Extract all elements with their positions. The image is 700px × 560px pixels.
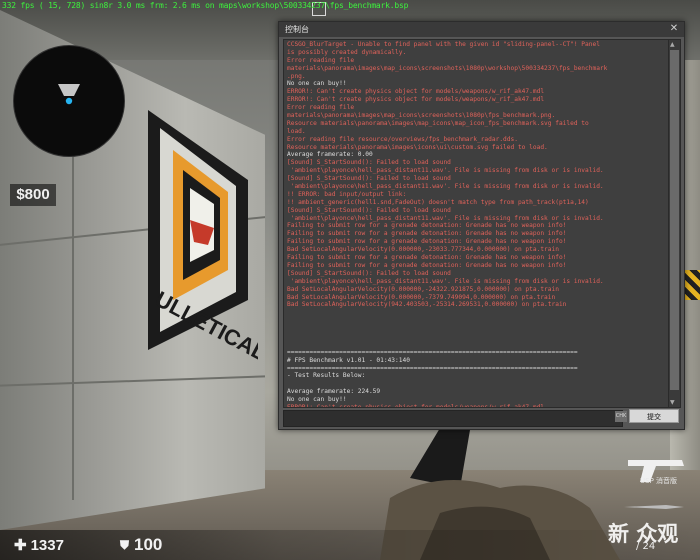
console-line: Error reading file	[287, 56, 355, 64]
knife-icon	[624, 505, 684, 509]
console-line: materials\panorama\images\map_icons\scre…	[287, 64, 608, 72]
console-line: ERROR!: Can't create physics object for …	[287, 88, 545, 96]
console-line: # FPS Benchmark v1.01 - 01:43:140	[287, 356, 410, 364]
console-line: ========================================…	[287, 364, 578, 372]
console-line: Bad SetLocalAngularVelocity(0.000000,-24…	[287, 285, 559, 293]
console-line: - Test Results Below:	[287, 372, 366, 380]
money-display: $800	[10, 184, 56, 206]
console-line: No one can buy!!	[287, 396, 347, 404]
console-titlebar[interactable]: 控制台 ✕	[279, 22, 684, 37]
console-line: Bad SetLocalAngularVelocity(0.000000,-23…	[287, 246, 559, 254]
console-line: CCSGO_BlurTarget - Unable to find panel …	[287, 41, 600, 48]
console-line: [Sound] S_StartSound(): Failed to load s…	[287, 159, 451, 167]
scrollbar-thumb[interactable]	[670, 50, 679, 390]
console-line: Average framerate: 224.59	[287, 388, 381, 396]
console-line: Bad SetLocalAngularVelocity(942.403503,-…	[287, 301, 567, 309]
health-display: ✚ 1337	[14, 536, 64, 555]
console-line: No one can buy!!	[287, 80, 347, 88]
console-line: [Sound] S_StartSound(): Failed to load s…	[287, 206, 451, 214]
console-line: Error reading file resource/overviews/fp…	[287, 135, 518, 143]
console-line: Failing to submit row for a grenade deto…	[287, 254, 567, 262]
armor-value: 100	[134, 535, 163, 554]
bottom-hud-bar	[0, 530, 700, 560]
console-log-lines: CCSGO_BlurTarget - Unable to find panel …	[287, 41, 667, 408]
armor-display: ⛊ 100	[120, 535, 162, 555]
console-line: Failing to submit row for a grenade deto…	[287, 261, 567, 269]
console-line: .png.	[287, 72, 306, 80]
console-line: 'ambient\playonce\hell_pass_distant11.wa…	[287, 167, 604, 175]
console-line: ========================================…	[287, 348, 578, 356]
radar-player-icon	[58, 84, 80, 105]
console-log: CCSGO_BlurTarget - Unable to find panel …	[283, 39, 669, 408]
console-line: Error reading file	[287, 104, 355, 112]
console-line: [Sound] S_StartSound(): Failed to load s…	[287, 269, 451, 277]
console-line: 'ambient\playonce\hell_pass_distant11.wa…	[287, 183, 604, 191]
console-scrollbar[interactable]: ▲ ▼	[668, 39, 681, 408]
ammo-count: / 24	[636, 541, 656, 552]
console-line: !! ERROR: bad input/output link:	[287, 190, 407, 198]
console-line: Resource materials\panorama\images\map_i…	[287, 119, 589, 127]
radar-minimap	[13, 45, 125, 157]
plus-icon: ✚	[14, 537, 27, 554]
console-line: 'ambient\playonce\hell_pass_distant11.wa…	[287, 214, 604, 222]
health-value: 1337	[30, 536, 64, 554]
scroll-up-icon[interactable]: ▲	[670, 41, 675, 48]
console-line: Bad SetLocalAngularVelocity(0.000000,-73…	[287, 293, 556, 301]
console-line: is possibly created dynamically.	[287, 48, 407, 56]
console-line: ERROR!: Can't create physics object for …	[287, 96, 545, 104]
console-line: materials\panorama\images\map_icons\scre…	[287, 112, 556, 120]
console-option-button[interactable]: CHK	[615, 411, 627, 422]
fps-counter: 332 fps ( 15, 728) sin8r 3.0 ms frm: 2.6…	[2, 1, 409, 10]
shield-icon: ⛊	[120, 537, 130, 552]
console-line: Failing to submit row for a grenade deto…	[287, 238, 567, 246]
scroll-down-icon[interactable]: ▼	[670, 399, 675, 406]
console-line: !! ambient_generic(hell1.snd,FadeOut) do…	[287, 198, 589, 206]
console-line: Resource materials\panorama\images\icons…	[287, 143, 548, 151]
console-window[interactable]: 控制台 ✕ CCSGO_BlurTarget - Unable to find …	[278, 21, 685, 430]
console-line: [Sound] S_StartSound(): Failed to load s…	[287, 175, 451, 183]
console-line: 'ambient\playonce\hell_pass_distant11.wa…	[287, 277, 604, 285]
weapon-name-label: USP 消音版	[640, 477, 678, 485]
console-title: 控制台	[285, 25, 309, 34]
console-line: Average framerate: 0.00	[287, 151, 373, 159]
pistol-icon	[628, 460, 684, 482]
tiger-logo: ULLETICAL	[148, 110, 258, 360]
submit-button[interactable]: 提交	[629, 409, 679, 423]
console-line: Failing to submit row for a grenade deto…	[287, 230, 567, 238]
console-input[interactable]	[283, 410, 623, 427]
console-line: ERROR!: Can't create physics object for …	[287, 403, 545, 408]
console-line: load.	[287, 127, 306, 135]
close-icon[interactable]: ✕	[668, 23, 680, 35]
console-line: Failing to submit row for a grenade deto…	[287, 222, 567, 230]
